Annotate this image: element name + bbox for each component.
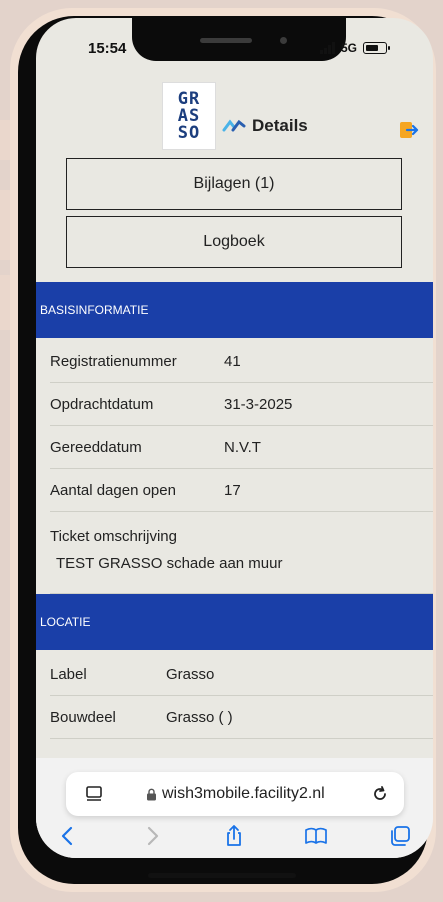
tabs-icon[interactable] [388,824,412,848]
row-value: N.V.T [224,438,261,456]
logo-line: AS [177,105,201,126]
row-value: 17 [224,481,241,499]
row-value: Grasso ( ) [166,708,233,726]
back-icon[interactable] [56,824,80,848]
home-indicator[interactable] [148,873,296,878]
ticket-description: Ticket omschrijving TEST GRASSO schade a… [50,528,283,572]
row-label: Registratienummer [50,352,177,370]
row-label: Gereeddatum [50,438,142,456]
logo-line: GR [177,88,201,109]
location-row-label: Label Grasso [50,653,433,696]
row-label: Aantal dagen open [50,481,176,499]
lock-icon [147,788,156,800]
page-menu-icon[interactable] [84,784,104,804]
url-text: wish3mobile.facility2.nl [162,785,325,802]
logbook-button[interactable]: Logboek [66,216,402,268]
info-row-order-date: Opdrachtdatum 31-3-2025 [50,383,433,426]
ticket-label: Ticket omschrijving [50,528,177,545]
forward-icon[interactable] [140,824,164,848]
camera [280,37,287,44]
network-label: 5G [340,41,357,55]
row-value: 41 [224,352,241,370]
location-row-building-part: Bouwdeel Grasso ( ) [50,696,433,739]
url-display[interactable]: wish3mobile.facility2.nl [146,785,325,803]
battery-icon [363,42,390,54]
row-value: Grasso [166,665,215,683]
safari-bottom-bar: wish3mobile.facility2.nl [36,758,433,858]
reload-icon[interactable] [370,784,390,804]
section-header-basic-info: BASISINFORMATIE [36,282,433,338]
page-title: Details [252,116,308,135]
phone-screen: 15:54 5G GR AS SO Details Bijlagen (1) L… [36,18,433,858]
signal-icon [319,42,335,54]
row-value: 31-3-2025 [224,395,293,413]
logout-icon[interactable] [399,120,419,140]
row-label: Label [50,665,87,683]
share-icon[interactable] [222,824,246,848]
app-header: GR AS SO Details [36,78,433,168]
details-logo-icon [222,119,246,132]
notch [132,18,346,61]
bookmarks-icon[interactable] [304,824,328,848]
info-row-completion-date: Gereeddatum N.V.T [50,426,433,469]
attachments-button[interactable]: Bijlagen (1) [66,158,402,210]
details-heading: Details [222,116,308,136]
logo-line: SO [177,122,201,143]
speaker [200,38,252,43]
row-label: Opdrachtdatum [50,395,154,413]
grasso-logo: GR AS SO [162,82,216,150]
status-time: 15:54 [88,40,127,57]
ticket-text: TEST GRASSO schade aan muur [56,555,283,572]
status-indicators: 5G [319,41,390,55]
address-bar[interactable]: wish3mobile.facility2.nl [66,772,404,816]
browser-toolbar [36,818,433,858]
info-row-registration: Registratienummer 41 [50,340,433,383]
section-header-location: LOCATIE [36,594,433,650]
info-row-days-open: Aantal dagen open 17 [50,469,433,512]
row-label: Bouwdeel [50,708,116,726]
